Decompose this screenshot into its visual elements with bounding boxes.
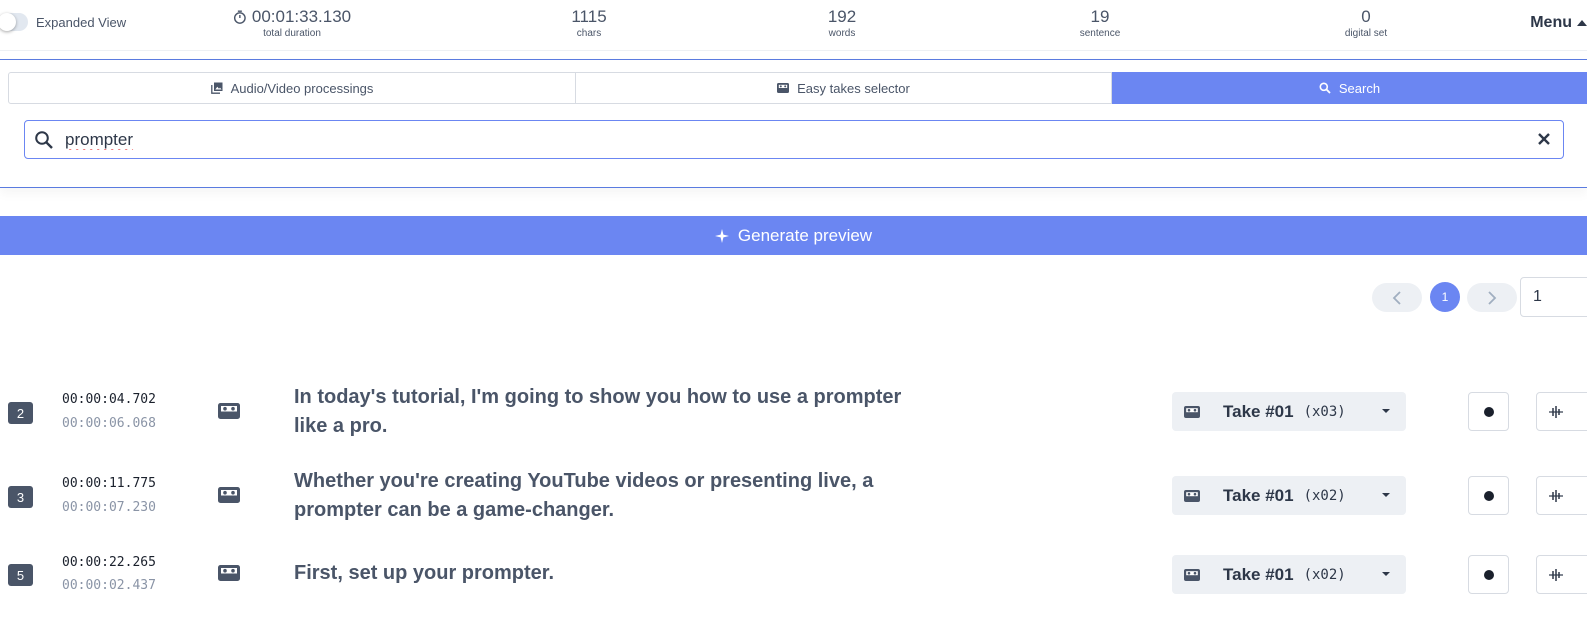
stat-sentence: 19 sentence [1079, 7, 1121, 39]
caret-down-icon [1382, 409, 1390, 413]
waveform-button[interactable] [1536, 392, 1587, 431]
search-field[interactable] [24, 120, 1564, 159]
caret-down-icon [1382, 493, 1390, 497]
duration-time: 00:00:02.437 [62, 578, 156, 593]
waveform-icon [1549, 489, 1563, 502]
tape-icon [1184, 405, 1200, 418]
duration-time: 00:00:06.068 [62, 416, 156, 431]
page-jump-input[interactable]: 1 [1520, 277, 1587, 317]
tab-search[interactable]: Search [1112, 72, 1587, 104]
tape-icon[interactable] [218, 565, 240, 581]
start-time: 00:00:11.775 [62, 476, 156, 491]
record-button[interactable] [1468, 476, 1509, 515]
tape-icon [1184, 489, 1200, 502]
prev-page-button[interactable] [1372, 283, 1422, 312]
chevron-left-icon [1392, 290, 1401, 305]
photo-library-icon [210, 82, 223, 94]
stats-bar: Expanded View 00:01:33.130 total duratio… [0, 0, 1587, 50]
next-page-button[interactable] [1467, 283, 1517, 312]
search-icon [35, 130, 53, 149]
tools-panel: Audio/Video processings Easy takes selec… [0, 59, 1587, 188]
menu-button[interactable]: Menu [1530, 14, 1587, 32]
take-dropdown[interactable]: Take #01 (x02) [1172, 476, 1406, 515]
tape-icon [1184, 568, 1200, 581]
search-icon [1319, 82, 1331, 94]
caret-down-icon [1382, 572, 1390, 576]
expanded-view-label: Expanded View [36, 14, 127, 30]
stat-chars: 1115 chars [571, 7, 607, 39]
tab-easy-takes-selector[interactable]: Easy takes selector [576, 72, 1112, 104]
stopwatch-icon [233, 10, 246, 24]
duration-time: 00:00:07.230 [62, 500, 156, 515]
record-dot-icon [1483, 569, 1494, 580]
stat-words: 192 words [827, 7, 857, 39]
page-number-current[interactable]: 1 [1430, 282, 1460, 312]
waveform-icon [1549, 568, 1563, 581]
tape-icon[interactable] [218, 403, 240, 419]
sentence-text: Whether you're creating YouTube videos o… [294, 470, 874, 521]
expanded-view-toggle[interactable]: Expanded View [0, 13, 126, 31]
record-dot-icon [1483, 406, 1494, 417]
toggle-switch[interactable] [0, 13, 28, 31]
sentence-number-badge: 5 [8, 564, 33, 586]
sentence-number-badge: 3 [8, 486, 33, 508]
caret-up-icon [1577, 20, 1587, 26]
record-dot-icon [1483, 490, 1494, 501]
tape-icon[interactable] [218, 487, 240, 503]
tab-audio-video-processings[interactable]: Audio/Video processings [8, 72, 576, 104]
waveform-button[interactable] [1536, 555, 1587, 594]
pagination: 1 1 [0, 277, 1587, 317]
chevron-right-icon [1488, 290, 1497, 305]
take-dropdown[interactable]: Take #01 (x03) [1172, 392, 1406, 431]
close-icon[interactable] [1537, 132, 1551, 146]
stat-total-duration: 00:01:33.130 total duration [233, 7, 351, 41]
tape-icon [777, 83, 790, 93]
record-button[interactable] [1468, 392, 1509, 431]
start-time: 00:00:04.702 [62, 392, 156, 407]
start-time: 00:00:22.265 [62, 555, 156, 570]
divider [0, 50, 1587, 51]
waveform-icon [1549, 405, 1563, 418]
search-input[interactable] [65, 129, 1505, 150]
record-button[interactable] [1468, 555, 1509, 594]
waveform-button[interactable] [1536, 476, 1587, 515]
sentence-text: First, set up your prompter. [294, 562, 555, 584]
take-dropdown[interactable]: Take #01 (x02) [1172, 555, 1406, 594]
tool-tabs: Audio/Video processings Easy takes selec… [8, 72, 1587, 104]
sentence-text: In today's tutorial, I'm going to show y… [294, 386, 902, 437]
sentence-number-badge: 2 [8, 402, 33, 424]
generate-preview-button[interactable]: Generate preview [0, 216, 1587, 255]
sparkle-icon [714, 228, 729, 243]
stat-digital-set: 0 digital set [1344, 7, 1388, 39]
